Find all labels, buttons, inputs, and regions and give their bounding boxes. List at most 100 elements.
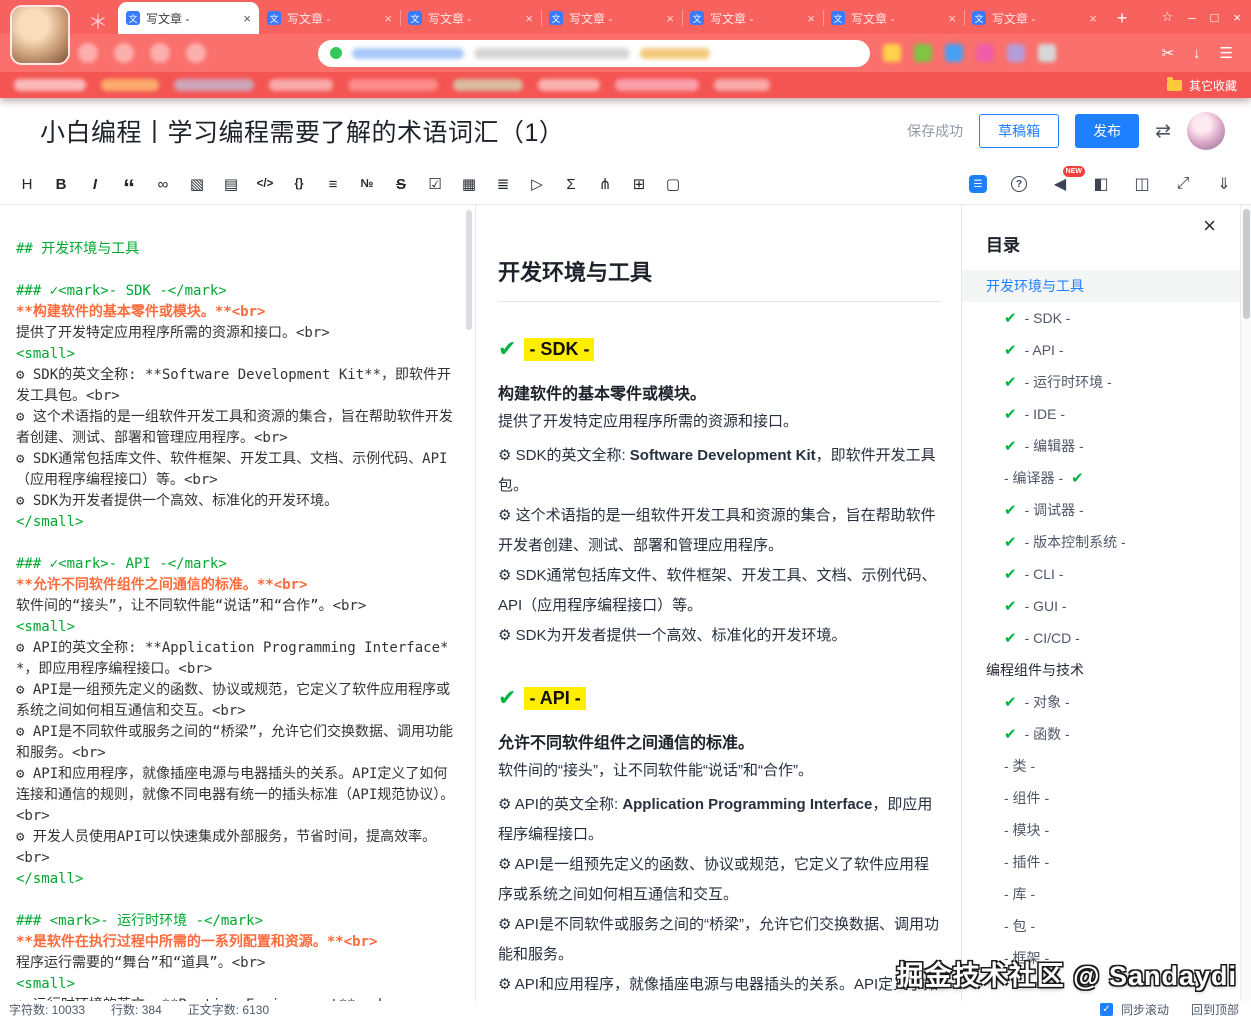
check-icon: ✔ xyxy=(1004,309,1017,327)
grid-more-icon[interactable]: ⊞ xyxy=(622,169,656,199)
goods-icon[interactable]: ▢ xyxy=(656,169,690,199)
toc-item[interactable]: 开发环境与工具 xyxy=(962,270,1240,302)
redacted-bookmark xyxy=(348,79,438,91)
sync-scroll-checkbox[interactable]: ✓ xyxy=(1100,1003,1113,1016)
fullscreen-icon[interactable]: ⤢ xyxy=(1166,169,1200,199)
tab-close-icon[interactable]: × xyxy=(807,11,815,26)
heading-icon[interactable]: H xyxy=(10,169,44,199)
editor-line: **是软件在执行过程中所需的一系列配置和资源。**<br> xyxy=(16,932,457,953)
layout-columns-icon[interactable]: ◫ xyxy=(1125,169,1159,199)
tab-close-icon[interactable]: × xyxy=(243,11,251,26)
toc-item[interactable]: ✔- 版本控制系统 - xyxy=(962,526,1240,558)
minimize-button[interactable]: – xyxy=(1188,10,1195,25)
close-button[interactable]: × xyxy=(1233,10,1241,25)
image-icon[interactable]: ▧ xyxy=(180,169,214,199)
editor-line: ### ✓<mark>- SDK -</mark> xyxy=(16,281,457,302)
scissors-icon[interactable]: ✂ xyxy=(1161,44,1174,62)
tab-close-icon[interactable]: × xyxy=(384,11,392,26)
new-tab-button[interactable]: + xyxy=(1109,5,1135,31)
menu-icon[interactable]: ☰ xyxy=(1220,44,1233,62)
toc-item[interactable]: - 模块 - xyxy=(962,814,1240,846)
browser-tab[interactable]: 文写文章 -× xyxy=(682,2,823,34)
toc-item[interactable]: ✔- CLI - xyxy=(962,558,1240,590)
mindmap-icon[interactable]: ⋔ xyxy=(588,169,622,199)
check-icon: ✔ xyxy=(1004,725,1017,743)
browser-tab[interactable]: 文写文章 -× xyxy=(118,2,259,34)
layout-sidebar-icon[interactable]: ◧ xyxy=(1084,169,1118,199)
editor-line: 软件间的“接头”，让不同软件能“说话”和“合作”。<br> xyxy=(16,596,457,617)
strikethrough-icon[interactable]: S xyxy=(384,169,418,199)
redacted-url xyxy=(640,48,710,59)
tab-close-icon[interactable]: × xyxy=(948,11,956,26)
browser-tab[interactable]: 文写文章 -× xyxy=(541,2,682,34)
draft-box-button[interactable]: 草稿箱 xyxy=(979,114,1059,148)
link-icon[interactable]: ∞ xyxy=(146,169,180,199)
sync-scroll-label[interactable]: 同步滚动 xyxy=(1121,1001,1169,1017)
redacted-bookmark xyxy=(269,79,333,91)
announcement-icon[interactable]: ◀NEW xyxy=(1043,169,1077,199)
toc-item[interactable]: ✔- API - xyxy=(962,334,1240,366)
toc-item[interactable]: ✔- 调试器 - xyxy=(962,494,1240,526)
toc-close-icon[interactable]: × xyxy=(1203,215,1216,237)
code-block-icon[interactable]: {} xyxy=(282,169,316,199)
toc-item[interactable]: ✔- IDE - xyxy=(962,398,1240,430)
toc-item[interactable]: - 编译器 -✔ xyxy=(962,462,1240,494)
export-icon[interactable]: ⇓ xyxy=(1207,169,1241,199)
bulleted-list-icon[interactable]: ≡ xyxy=(316,169,350,199)
toc-item[interactable]: - 包 - xyxy=(962,910,1240,942)
numbered-list-icon[interactable]: № xyxy=(350,169,384,199)
toc-item[interactable]: ✔- 编辑器 - xyxy=(962,430,1240,462)
toc-item[interactable]: 编程组件与技术 xyxy=(962,654,1240,686)
table-icon[interactable]: ▦ xyxy=(452,169,486,199)
inline-code-icon[interactable]: </> xyxy=(248,169,282,199)
outline-panel-icon[interactable]: ☰ xyxy=(961,169,995,199)
tab-close-icon[interactable]: × xyxy=(666,11,674,26)
bold-icon[interactable]: B xyxy=(44,169,78,199)
card-icon[interactable]: ▤ xyxy=(214,169,248,199)
tab-close-icon[interactable]: × xyxy=(525,11,533,26)
toc-item[interactable]: ✔- GUI - xyxy=(962,590,1240,622)
toc-item[interactable]: ✔- SDK - xyxy=(962,302,1240,334)
toc-item[interactable]: ✔- CI/CD - xyxy=(962,622,1240,654)
publish-button[interactable]: 发布 xyxy=(1075,114,1139,148)
preview-detail-line: ⚙ API的英文全称: Application Programming Inte… xyxy=(498,790,941,850)
toc-item[interactable]: - 类 - xyxy=(962,750,1240,782)
blockquote-icon[interactable]: “ xyxy=(112,169,146,199)
browser-tab[interactable]: 文写文章 -× xyxy=(823,2,964,34)
page-scrollbar-thumb[interactable] xyxy=(1243,209,1250,319)
browser-tab[interactable]: 文写文章 -× xyxy=(400,2,541,34)
toc-item[interactable]: ✔- 运行时环境 - xyxy=(962,366,1240,398)
markdown-source-editor[interactable]: ## 开发环境与工具 ### ✓<mark>- SDK -</mark>**构建… xyxy=(0,205,476,1001)
page-scrollbar[interactable] xyxy=(1240,205,1251,1001)
browser-tab[interactable]: 文写文章 -× xyxy=(259,2,400,34)
toc-item-label: - 类 - xyxy=(1004,756,1035,776)
help-icon[interactable]: ? xyxy=(1002,169,1036,199)
toc-item[interactable]: - 组件 - xyxy=(962,782,1240,814)
toc-item[interactable]: - 库 - xyxy=(962,878,1240,910)
pin-icon[interactable]: ☆ xyxy=(1162,9,1174,25)
tab-close-icon[interactable]: × xyxy=(1089,11,1097,26)
toc-item[interactable]: - 插件 - xyxy=(962,846,1240,878)
browser-profile-avatar[interactable] xyxy=(12,7,68,63)
download-icon[interactable]: ↓ xyxy=(1193,45,1201,62)
address-bar[interactable] xyxy=(318,40,870,67)
toc-item[interactable]: ✔- 函数 - xyxy=(962,718,1240,750)
char-count: 字符数: 10033 xyxy=(9,1001,85,1017)
toc-item-label: - 组件 - xyxy=(1004,788,1049,808)
video-icon[interactable]: ▷ xyxy=(520,169,554,199)
article-title-input[interactable]: 小白编程丨学习编程需要了解的术语词汇（1） xyxy=(40,113,564,149)
task-list-icon[interactable]: ☑ xyxy=(418,169,452,199)
align-icon[interactable]: ≣ xyxy=(486,169,520,199)
back-to-top-button[interactable]: 回到顶部 xyxy=(1191,1001,1239,1017)
swap-icon[interactable]: ⇄ xyxy=(1155,120,1171,143)
browser-tab[interactable]: 文写文章 -× xyxy=(964,2,1105,34)
redacted-url xyxy=(352,48,464,59)
italic-icon[interactable]: I xyxy=(78,169,112,199)
user-avatar[interactable] xyxy=(1187,112,1225,150)
editor-scrollbar[interactable] xyxy=(466,210,472,330)
toc-item[interactable]: ✔- 对象 - xyxy=(962,686,1240,718)
redacted-bookmark xyxy=(174,79,254,91)
other-bookmarks-folder[interactable]: 其它收藏 xyxy=(1167,77,1237,94)
formula-icon[interactable]: Σ xyxy=(554,169,588,199)
maximize-button[interactable]: □ xyxy=(1211,10,1219,25)
